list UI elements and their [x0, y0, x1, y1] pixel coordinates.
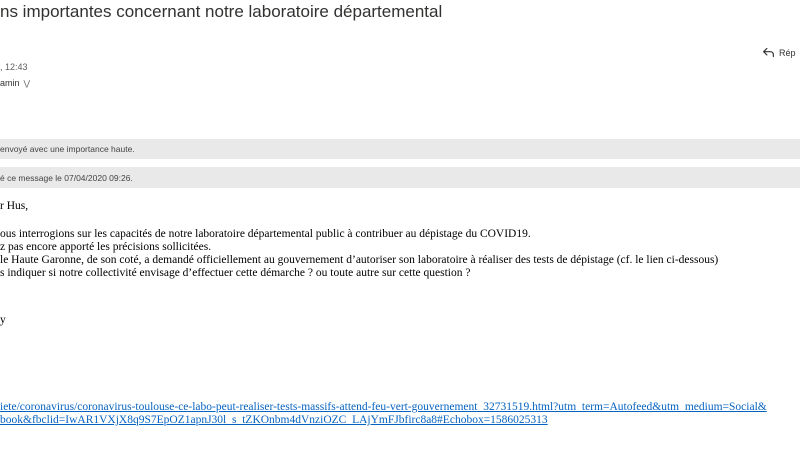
body-line: le Haute Garonne, de son coté, a demandé…	[0, 254, 719, 266]
replied-banner: é ce message le 07/04/2020 09:26.	[0, 167, 800, 188]
email-body: r Hus, ous interrogions sur les capacité…	[0, 200, 718, 327]
importance-banner: envoyé avec une importance haute.	[0, 139, 800, 159]
body-signoff: y	[0, 314, 6, 326]
reply-arrow-icon	[762, 46, 775, 61]
body-greeting: r Hus,	[0, 200, 29, 212]
email-subject: ns importantes concernant notre laborato…	[0, 2, 443, 21]
body-line: ous interrogions sur les capacités de no…	[0, 228, 531, 240]
body-line: s indiquer si notre collectivité envisag…	[0, 267, 471, 279]
reply-label: Rép	[779, 48, 796, 58]
reply-button[interactable]: Rép	[762, 42, 800, 64]
article-link-line[interactable]: iete/coronavirus/coronavirus-toulouse-ce…	[0, 401, 767, 414]
body-line: z pas encore apporté les précisions soll…	[0, 241, 212, 253]
article-link[interactable]: iete/coronavirus/coronavirus-toulouse-ce…	[0, 401, 767, 427]
chevron-down-icon[interactable]: ⋁	[24, 79, 31, 88]
recipient-name: amin	[0, 78, 20, 88]
recipient-line[interactable]: amin ⋁	[0, 78, 30, 88]
article-link-line[interactable]: book&fbclid=IwAR1VXjX8q9S7EpOZ1apnJ30l_s…	[0, 414, 767, 427]
importance-banner-text: envoyé avec une importance haute.	[0, 144, 135, 154]
email-time: , 12:43	[0, 62, 28, 72]
replied-banner-text: é ce message le 07/04/2020 09:26.	[0, 172, 133, 183]
